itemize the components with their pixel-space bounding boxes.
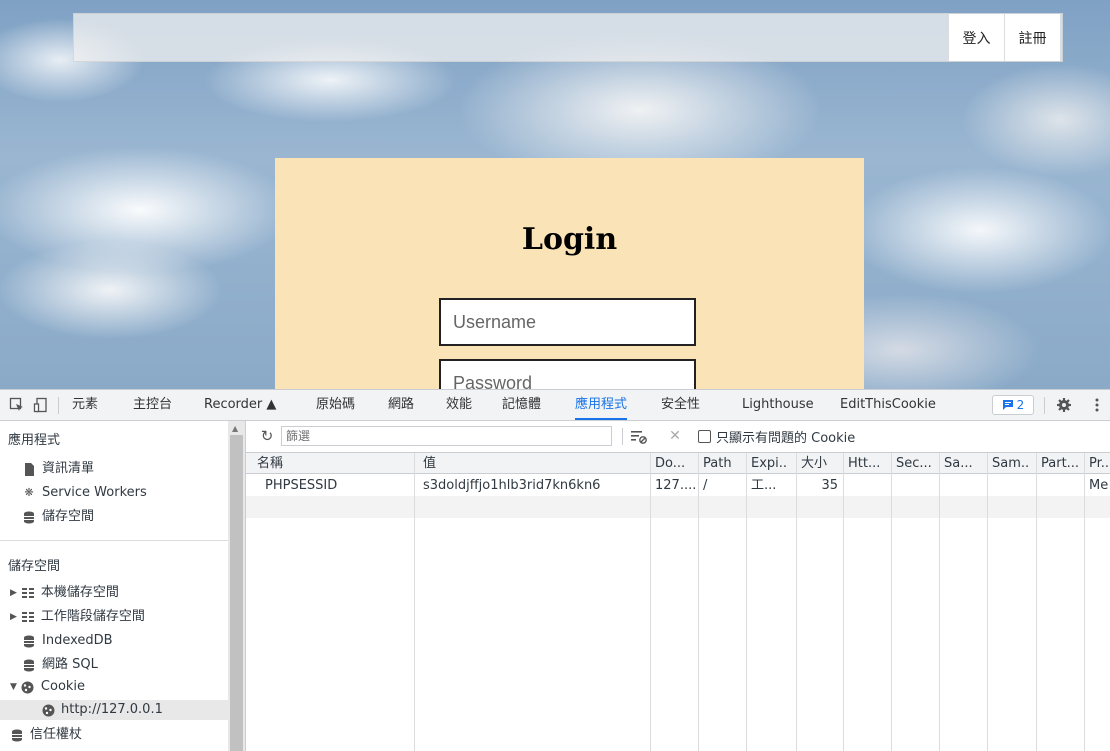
database-icon [22, 634, 36, 648]
grid-icon [21, 586, 35, 600]
filter-input[interactable] [281, 426, 612, 446]
tab-lighthouse[interactable]: Lighthouse [742, 390, 814, 420]
cell-domain: 127.... [655, 478, 697, 493]
tab-performance[interactable]: 效能 [446, 390, 472, 420]
clear-filtered-icon[interactable] [630, 428, 648, 446]
cell-value: s3doldjffjo1hlb3rid7kn6kn6 [423, 478, 601, 493]
sidebar-item-indexeddb[interactable]: IndexedDB [22, 631, 113, 651]
sidebar-item-label: 工作階段儲存空間 [40, 609, 145, 624]
column-header-partition-key[interactable]: Part... [1036, 453, 1084, 474]
sidebar-item-label: http://127.0.0.1 [61, 702, 163, 717]
cell-priority: Me [1089, 478, 1109, 493]
sidebar-item-label: Service Workers [42, 485, 147, 500]
tab-application[interactable]: 應用程式 [575, 390, 628, 420]
login-title: Login [521, 222, 618, 257]
column-header-name[interactable]: 名稱 [252, 453, 414, 474]
sidebar-item-service-workers[interactable]: ❋ Service Workers [22, 483, 147, 503]
sidebar-item-label: IndexedDB [42, 633, 113, 648]
table-row-empty [246, 496, 1110, 518]
sidebar-item-label: 資訊清單 [42, 461, 95, 476]
devtools-tab-bar: 元素 主控台 Recorder ▲ 原始碼 網路 效能 記憶體 應用程式 安全性… [0, 389, 1110, 421]
sidebar-item-web-sql[interactable]: 網路 SQL [22, 655, 98, 675]
cookie-table: 名稱 值 Do... Path Expi.. 大小 Htt... Sec... … [246, 453, 1110, 751]
refresh-icon[interactable]: ↻ [258, 427, 276, 445]
column-header-domain[interactable]: Do... [650, 453, 698, 474]
cookie-toolbar: ↻ ✕ 只顯示有問題的 Cookie [246, 421, 1110, 453]
password-input[interactable] [439, 359, 696, 389]
issues-count: 2 [1016, 398, 1025, 412]
gear-icon: ❋ [24, 486, 34, 499]
more-options-icon[interactable] [1088, 396, 1106, 414]
tab-elements[interactable]: 元素 [72, 390, 98, 420]
sidebar-item-label: 網路 SQL [42, 657, 98, 672]
cell-expires: 工... [751, 478, 777, 493]
cookie-icon [41, 703, 55, 717]
tab-memory[interactable]: 記憶體 [502, 390, 541, 420]
table-row[interactable]: PHPSESSID s3doldjffjo1hlb3rid7kn6kn6 127… [246, 475, 1110, 496]
tab-recorder[interactable]: Recorder ▲ [204, 390, 276, 420]
login-card: Login [275, 158, 864, 389]
application-sidebar: 應用程式 資訊清單 ❋ Service Workers 儲存空間 儲存空間 ▶ … [0, 421, 246, 751]
app-section-heading: 應用程式 [8, 433, 61, 448]
collapse-arrow-icon: ▼ [10, 682, 17, 692]
sidebar-item-cookie[interactable]: ▼ Cookie [10, 677, 85, 697]
grid-icon [21, 610, 35, 624]
sidebar-scrollbar[interactable]: ▲ [228, 421, 245, 751]
column-header-samesite[interactable]: Sa... [939, 453, 987, 474]
sidebar-item-label: 信任權杖 [30, 727, 83, 742]
storage-section-heading: 儲存空間 [8, 559, 61, 574]
sidebar-item-trust-tokens[interactable]: 信任權杖 [10, 725, 82, 745]
login-nav-button[interactable]: 登入 [948, 14, 1004, 61]
cell-name: PHPSESSID [265, 478, 338, 493]
only-issues-checkbox[interactable]: 只顯示有問題的 Cookie [698, 421, 855, 452]
tab-console[interactable]: 主控台 [133, 390, 172, 420]
sidebar-item-session-storage[interactable]: ▶ 工作階段儲存空間 [10, 607, 145, 627]
register-nav-button[interactable]: 註冊 [1004, 14, 1060, 61]
tab-sources[interactable]: 原始碼 [316, 390, 355, 420]
tab-editthiscookie[interactable]: EditThisCookie [840, 390, 936, 420]
cell-size: 35 [821, 478, 838, 493]
cookie-icon [21, 680, 35, 694]
sidebar-item-label: Cookie [40, 679, 86, 694]
issues-badge[interactable]: 2 [992, 395, 1034, 415]
column-header-path[interactable]: Path [698, 453, 746, 474]
flask-icon: ▲ [266, 397, 277, 412]
database-icon [22, 658, 36, 672]
document-icon [22, 462, 36, 476]
column-header-value[interactable]: 值 [418, 453, 650, 474]
username-input[interactable] [439, 298, 696, 346]
database-icon [10, 728, 24, 742]
expand-arrow-icon: ▶ [10, 588, 17, 598]
cell-path: / [703, 478, 708, 493]
message-icon [1002, 400, 1013, 410]
sidebar-item-manifest[interactable]: 資訊清單 [22, 459, 94, 479]
tab-network[interactable]: 網路 [388, 390, 414, 420]
sidebar-item-label: 本機儲存空間 [40, 585, 119, 600]
only-issues-label: 只顯示有問題的 Cookie [716, 431, 856, 446]
top-nav-bar: 登入 註冊 [73, 13, 1063, 62]
sidebar-item-local-storage[interactable]: ▶ 本機儲存空間 [10, 583, 119, 603]
expand-arrow-icon: ▶ [10, 612, 17, 622]
tab-security[interactable]: 安全性 [661, 390, 700, 420]
delete-icon[interactable]: ✕ [666, 427, 684, 445]
column-header-priority[interactable]: Pr... [1084, 453, 1110, 474]
column-header-sameparty[interactable]: Sam.. [987, 453, 1036, 474]
sidebar-item-cookie-origin[interactable]: http://127.0.0.1 [0, 700, 228, 720]
cookie-panel: ↻ ✕ 只顯示有問題的 Cookie 名稱 值 Do... Path Expi.… [246, 421, 1110, 751]
device-toggle-icon[interactable] [32, 396, 50, 414]
column-header-expires[interactable]: Expi.. [746, 453, 796, 474]
database-icon [22, 510, 36, 524]
settings-gear-icon[interactable] [1055, 396, 1073, 414]
sidebar-item-storage[interactable]: 儲存空間 [22, 507, 94, 527]
tab-recorder-label: Recorder [204, 397, 263, 412]
sidebar-item-label: 儲存空間 [42, 509, 95, 524]
column-header-size[interactable]: 大小 [796, 453, 843, 474]
checkbox-box[interactable] [698, 430, 711, 443]
column-header-httponly[interactable]: Htt... [843, 453, 891, 474]
inspect-element-icon[interactable] [8, 396, 26, 414]
column-header-secure[interactable]: Sec... [891, 453, 939, 474]
page-viewport: 登入 註冊 Login [0, 0, 1110, 389]
